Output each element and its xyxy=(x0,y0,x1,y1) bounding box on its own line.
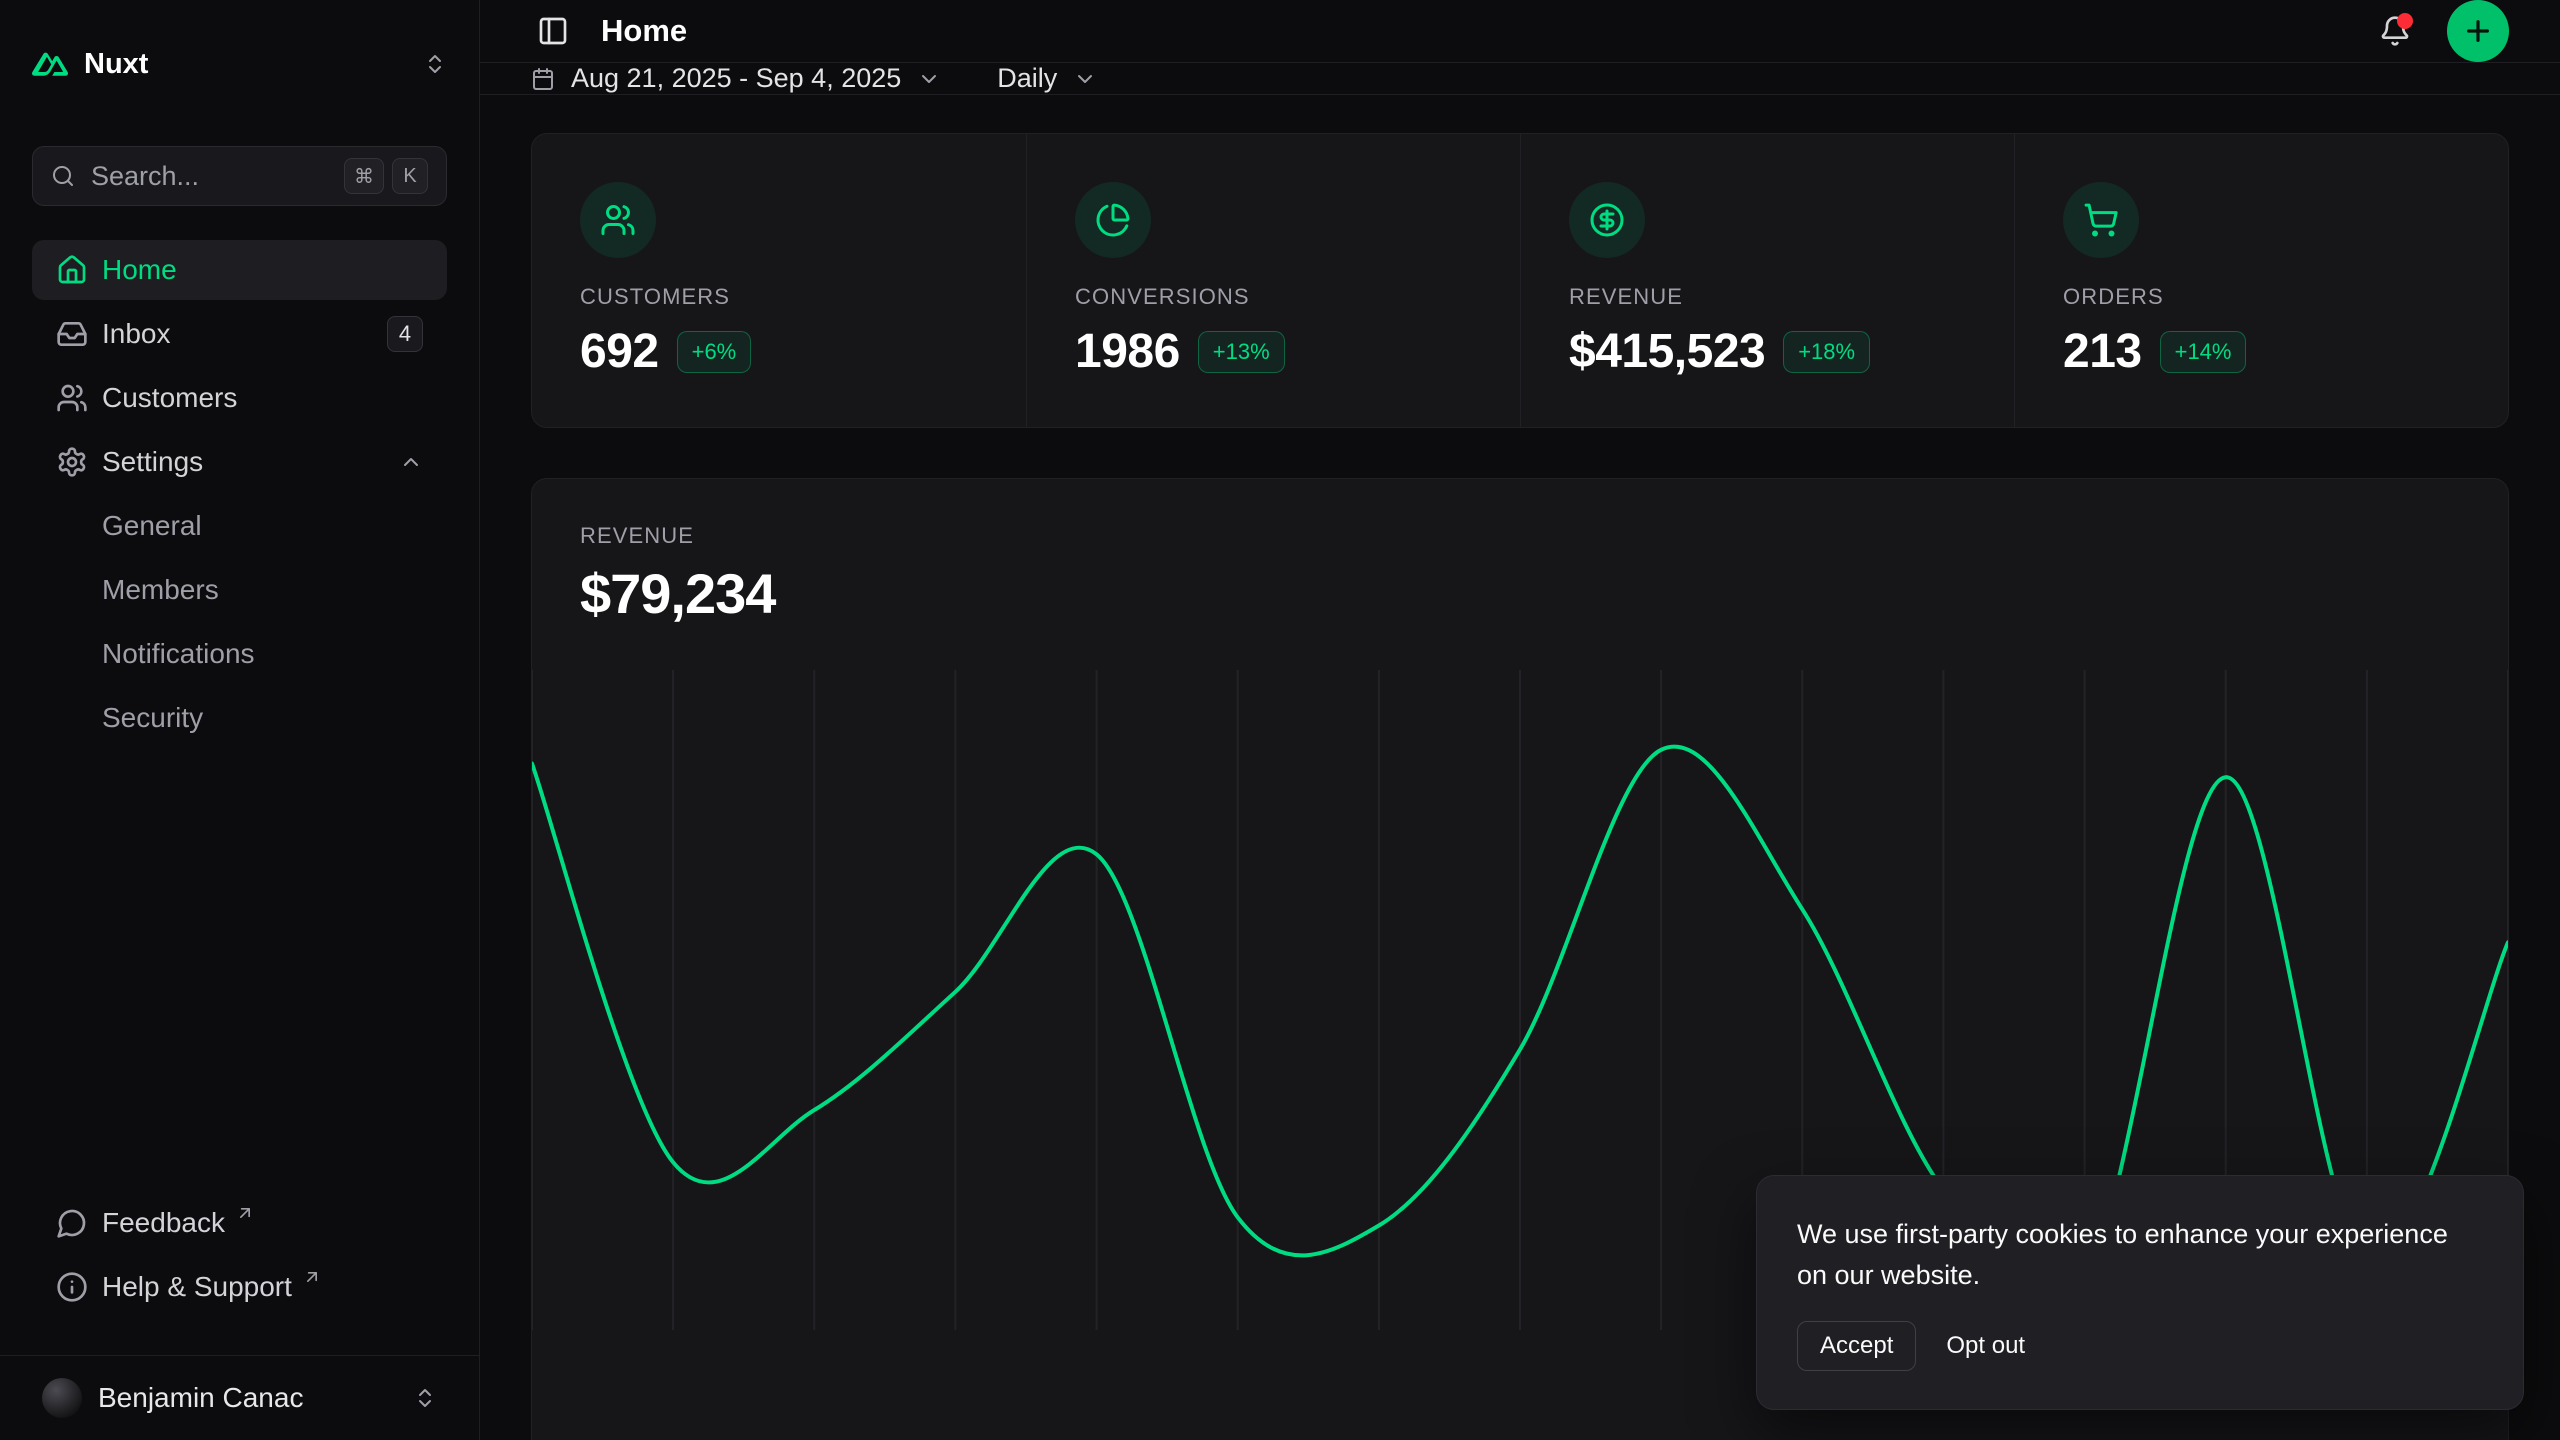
sidebar-nav: Home Inbox 4 Customers Settings xyxy=(0,206,479,1193)
kbd-meta: ⌘ xyxy=(344,158,384,194)
home-icon xyxy=(56,254,88,286)
cart-icon xyxy=(2063,182,2139,258)
calendar-icon xyxy=(531,67,555,91)
sidebar-item-inbox[interactable]: Inbox 4 xyxy=(32,304,447,364)
feedback-link[interactable]: Feedback xyxy=(32,1193,447,1253)
stat-delta-badge: +14% xyxy=(2160,331,2247,373)
sidebar-item-label: Inbox xyxy=(102,318,171,350)
cookie-actions: Accept Opt out xyxy=(1797,1321,2483,1371)
sub-item-label: Notifications xyxy=(102,638,255,670)
dollar-circle-icon xyxy=(1569,182,1645,258)
nuxt-logo-icon xyxy=(32,46,68,82)
stat-value: $415,523 xyxy=(1569,324,1765,379)
user-name: Benjamin Canac xyxy=(98,1382,303,1414)
sub-item-label: Security xyxy=(102,702,203,734)
kbd-k: K xyxy=(392,158,428,194)
message-icon xyxy=(56,1207,88,1239)
date-range-button[interactable]: Aug 21, 2025 - Sep 4, 2025 xyxy=(531,63,941,94)
panel-left-icon xyxy=(537,15,569,47)
page-title: Home xyxy=(601,13,687,49)
avatar xyxy=(42,1378,82,1418)
gear-icon xyxy=(56,446,88,478)
stat-orders[interactable]: ORDERS 213 +14% xyxy=(2014,134,2508,427)
info-icon xyxy=(56,1271,88,1303)
sidebar-item-label: Settings xyxy=(102,446,203,478)
chart-total: $79,234 xyxy=(580,561,2460,626)
user-section: Benjamin Canac xyxy=(0,1355,479,1440)
stat-customers[interactable]: CUSTOMERS 692 +6% xyxy=(532,134,1026,427)
sidebar-item-settings[interactable]: Settings xyxy=(32,432,447,492)
sidebar-footer: Feedback Help & Support xyxy=(0,1193,479,1355)
sidebar-item-customers[interactable]: Customers xyxy=(32,368,447,428)
search-placeholder: Search... xyxy=(91,161,199,192)
cookie-banner: We use first-party cookies to enhance yo… xyxy=(1756,1175,2524,1410)
cookie-message: We use first-party cookies to enhance yo… xyxy=(1797,1214,2483,1295)
granularity-button[interactable]: Daily xyxy=(997,63,1097,94)
notifications-button[interactable] xyxy=(2379,15,2411,47)
sidebar-item-security[interactable]: Security xyxy=(32,688,447,748)
sub-item-label: General xyxy=(102,510,202,542)
pie-chart-icon xyxy=(1075,182,1151,258)
stat-label: CONVERSIONS xyxy=(1075,284,1472,310)
notification-dot xyxy=(2397,13,2413,29)
stat-conversions[interactable]: CONVERSIONS 1986 +13% xyxy=(1026,134,1520,427)
stat-label: ORDERS xyxy=(2063,284,2460,310)
chevron-down-icon xyxy=(1073,67,1097,91)
chevrons-up-down-icon xyxy=(423,52,447,76)
chart-title: REVENUE xyxy=(580,523,2460,549)
stats-card: CUSTOMERS 692 +6% CONVERSIONS 1986 +13% xyxy=(531,133,2509,428)
search-icon xyxy=(51,164,75,188)
sidebar-item-home[interactable]: Home xyxy=(32,240,447,300)
external-link-icon xyxy=(302,1267,322,1287)
chevrons-up-down-icon xyxy=(413,1386,437,1410)
stat-revenue[interactable]: REVENUE $415,523 +18% xyxy=(1520,134,2014,427)
inbox-count-badge: 4 xyxy=(387,316,423,352)
sidebar-toggle-button[interactable] xyxy=(531,9,575,53)
stat-label: CUSTOMERS xyxy=(580,284,978,310)
external-link-icon xyxy=(235,1203,255,1223)
inbox-icon xyxy=(56,318,88,350)
granularity-label: Daily xyxy=(997,63,1057,94)
sidebar-top: Nuxt Search... ⌘ K xyxy=(0,0,479,206)
sidebar-item-notifications[interactable]: Notifications xyxy=(32,624,447,684)
header-actions xyxy=(2379,0,2509,62)
users-icon xyxy=(56,382,88,414)
sidebar-item-label: Customers xyxy=(102,382,237,414)
plus-icon xyxy=(2462,15,2494,47)
workspace-name: Nuxt xyxy=(84,48,148,81)
feedback-label: Feedback xyxy=(102,1207,225,1239)
stat-delta-badge: +13% xyxy=(1198,331,1285,373)
sidebar-item-members[interactable]: Members xyxy=(32,560,447,620)
stat-label: REVENUE xyxy=(1569,284,1966,310)
stat-value: 692 xyxy=(580,324,659,379)
search-input[interactable]: Search... ⌘ K xyxy=(32,146,447,206)
help-support-label: Help & Support xyxy=(102,1271,292,1303)
cookie-optout-button[interactable]: Opt out xyxy=(1946,1332,2025,1360)
date-range-label: Aug 21, 2025 - Sep 4, 2025 xyxy=(571,63,901,94)
users-icon xyxy=(580,182,656,258)
sidebar-item-general[interactable]: General xyxy=(32,496,447,556)
sidebar-item-label: Home xyxy=(102,254,177,286)
filters-toolbar: Aug 21, 2025 - Sep 4, 2025 Daily xyxy=(480,63,2560,95)
chart-header: REVENUE $79,234 xyxy=(532,479,2508,626)
help-support-link[interactable]: Help & Support xyxy=(32,1257,447,1317)
search-kbd-group: ⌘ K xyxy=(344,158,428,194)
user-menu[interactable]: Benjamin Canac xyxy=(32,1370,447,1426)
cookie-accept-button[interactable]: Accept xyxy=(1797,1321,1916,1371)
workspace-switcher[interactable]: Nuxt xyxy=(32,32,447,96)
sidebar: Nuxt Search... ⌘ K xyxy=(0,0,480,1440)
stat-delta-badge: +18% xyxy=(1783,331,1870,373)
add-button[interactable] xyxy=(2447,0,2509,62)
chevron-down-icon xyxy=(917,67,941,91)
stat-value: 213 xyxy=(2063,324,2142,379)
chevron-up-icon xyxy=(399,450,423,474)
sub-item-label: Members xyxy=(102,574,219,606)
stat-delta-badge: +6% xyxy=(677,331,752,373)
page-header: Home xyxy=(480,0,2560,63)
stat-value: 1986 xyxy=(1075,324,1180,379)
